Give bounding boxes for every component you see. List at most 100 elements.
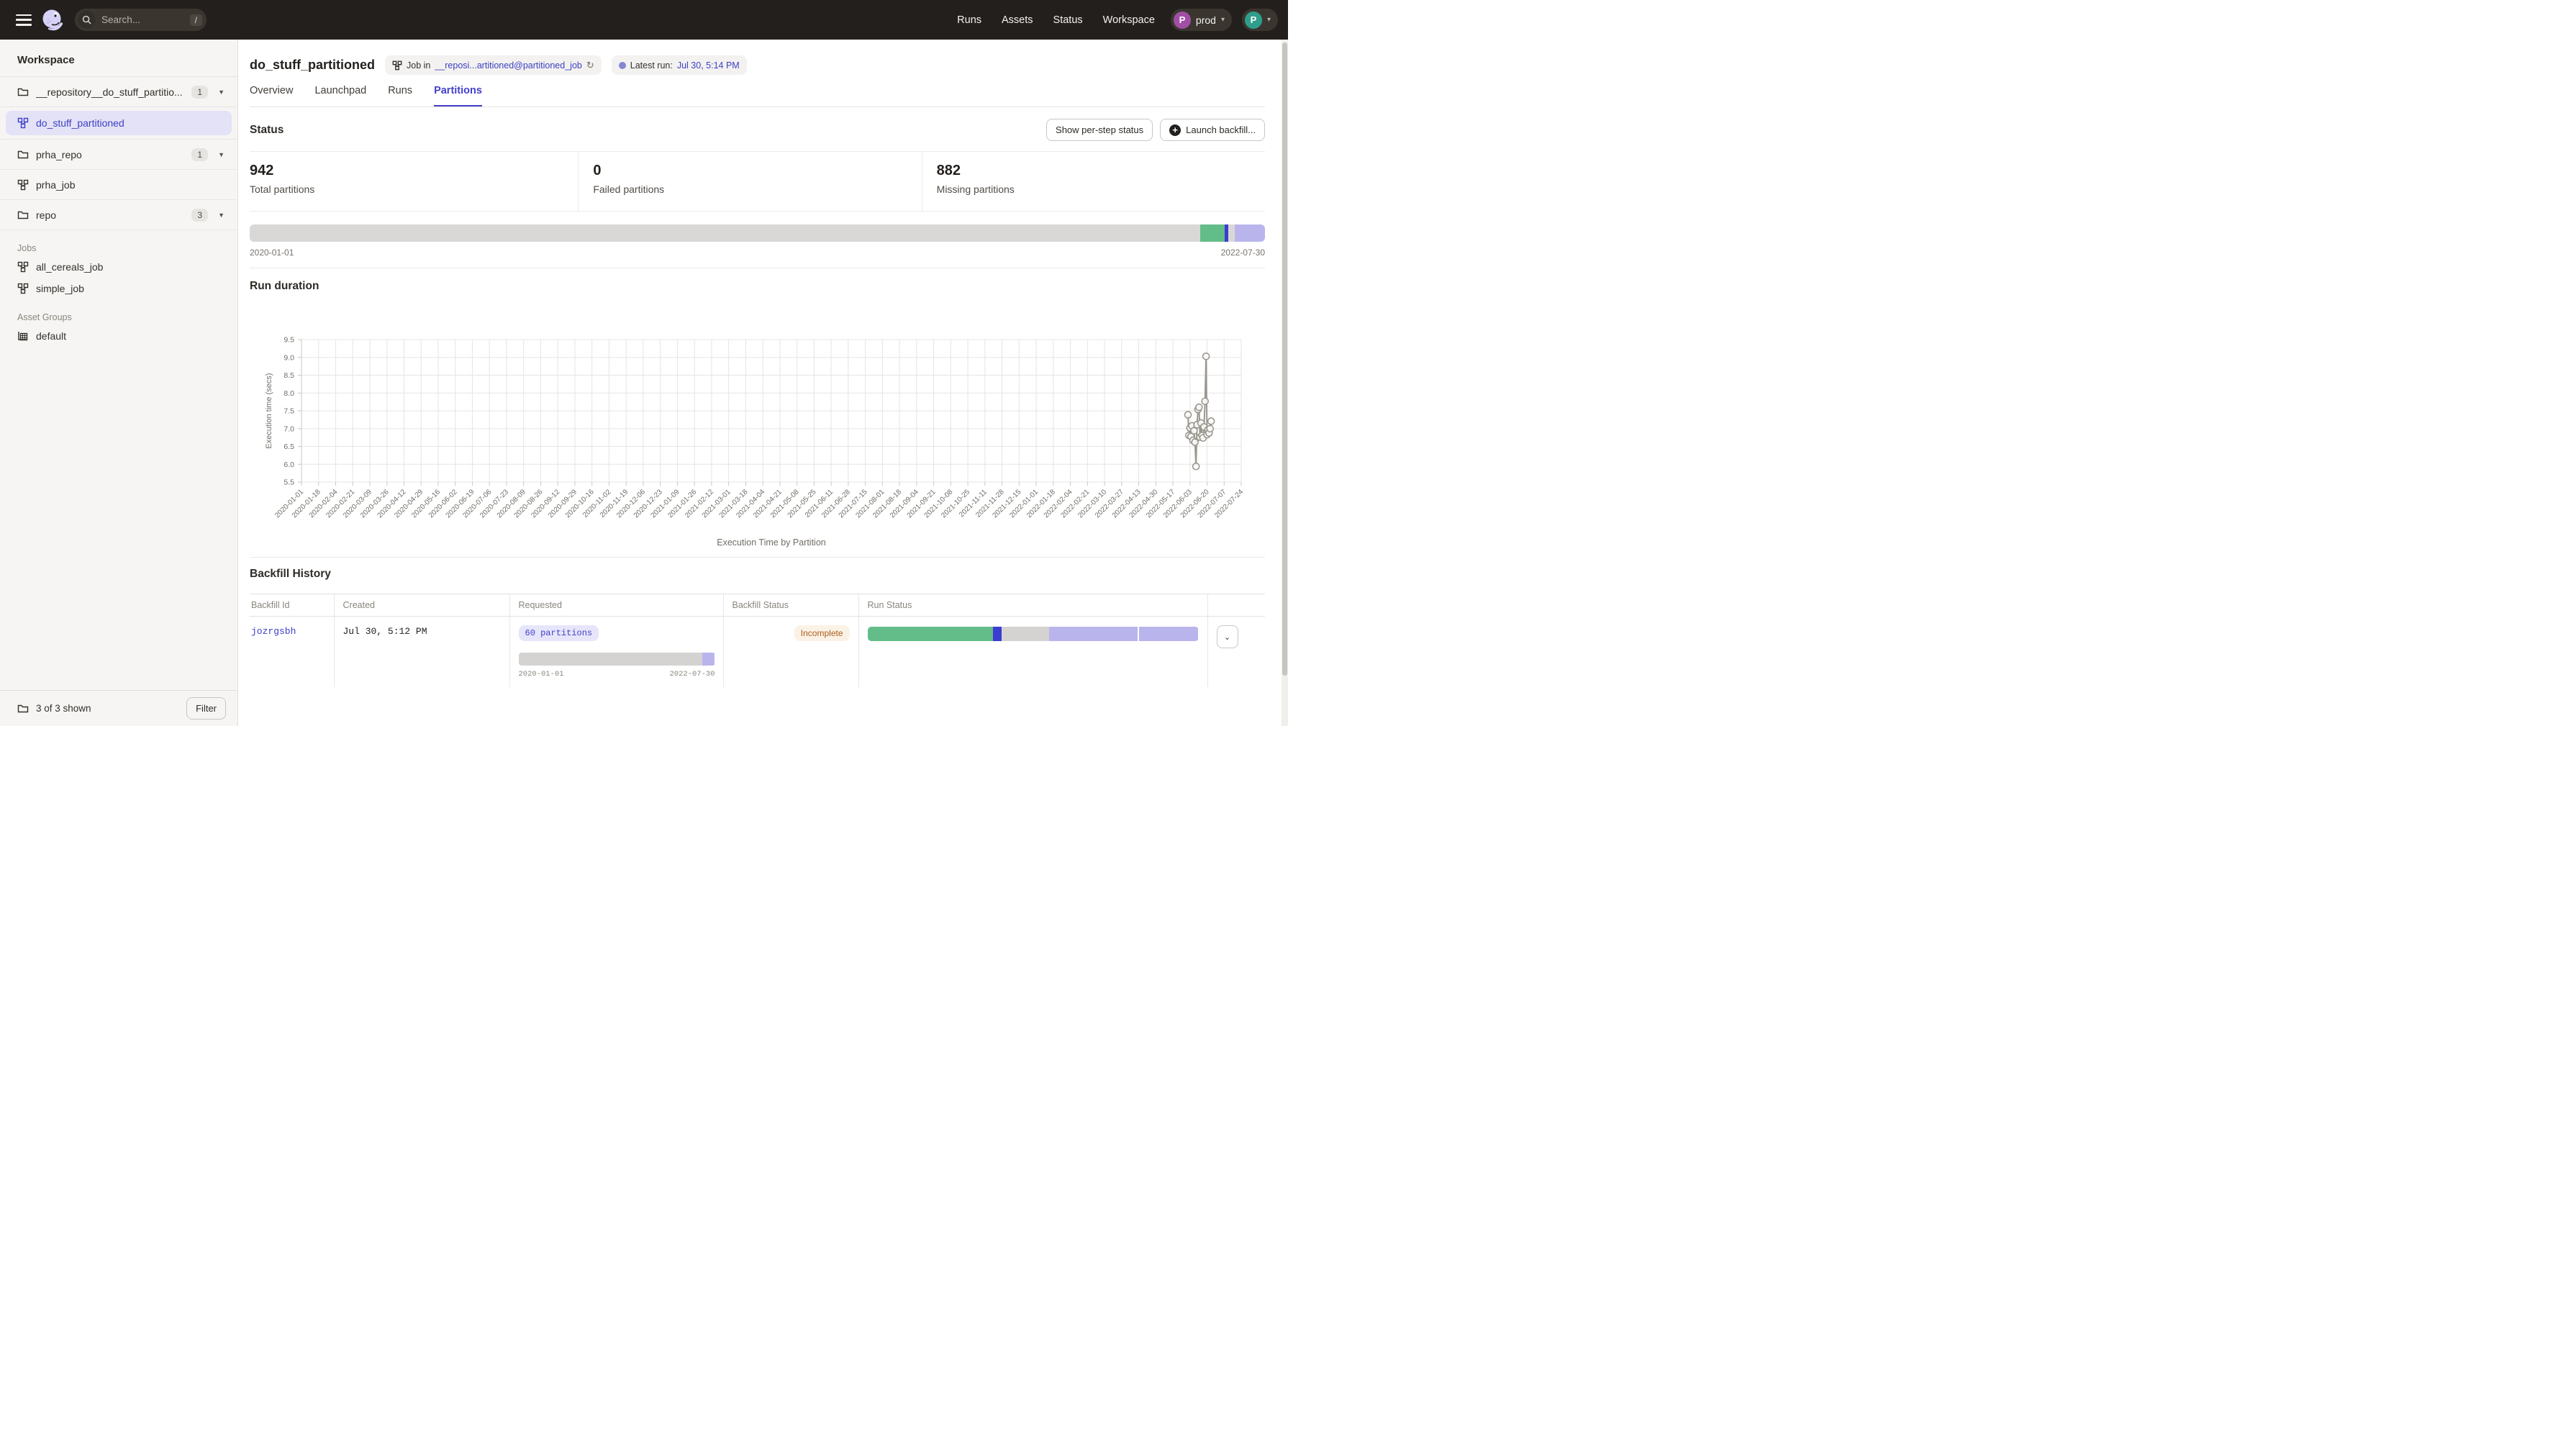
sidebar-repo-row[interactable]: prha_repo 1 ▼ bbox=[0, 140, 237, 170]
partition-stats: 942 Total partitions 0 Failed partitions… bbox=[250, 152, 1265, 212]
search-input[interactable]: Search... / bbox=[75, 9, 207, 31]
filter-button[interactable]: Filter bbox=[186, 697, 226, 720]
workspace-sidebar: Workspace __repository__do_stuff_partiti… bbox=[0, 40, 238, 726]
user-menu[interactable]: P ▾ bbox=[1242, 9, 1278, 31]
y-tick-label: 7.0 bbox=[284, 425, 294, 433]
run-duration-chart: 5.56.06.57.07.58.08.59.09.52020-01-01202… bbox=[250, 297, 1265, 554]
job-name: all_cereals_job bbox=[36, 261, 103, 273]
stat-total-partitions: 942 Total partitions bbox=[250, 152, 578, 211]
stat-missing-partitions: 882 Missing partitions bbox=[922, 152, 1265, 211]
requested-partitions-badge[interactable]: 60 partitions bbox=[519, 625, 599, 641]
stat-label: Total partitions bbox=[250, 183, 578, 195]
caret-down-icon[interactable]: ▼ bbox=[215, 151, 227, 158]
page-title: do_stuff_partitioned bbox=[250, 58, 375, 73]
y-tick-label: 9.0 bbox=[284, 353, 294, 362]
scrollbar-thumb[interactable] bbox=[1282, 42, 1287, 676]
refresh-icon[interactable]: ↻ bbox=[586, 60, 594, 71]
caret-down-icon[interactable]: ▼ bbox=[215, 212, 227, 219]
bar-segment bbox=[250, 224, 1200, 242]
menu-icon[interactable] bbox=[16, 14, 32, 26]
asset-group-icon bbox=[17, 330, 29, 342]
sidebar-item-do-stuff-partitioned[interactable]: do_stuff_partitioned bbox=[6, 111, 232, 135]
requested-partitions-bar bbox=[519, 653, 715, 666]
user-avatar: P bbox=[1245, 12, 1262, 29]
repo-count-badge: 3 bbox=[191, 209, 208, 222]
y-tick-label: 6.5 bbox=[284, 443, 294, 451]
caret-down-icon[interactable]: ▼ bbox=[215, 89, 227, 96]
sidebar-item-prha-job[interactable]: prha_job bbox=[0, 170, 237, 200]
tab-launchpad[interactable]: Launchpad bbox=[314, 85, 366, 106]
partition-range-end: 2022-07-30 bbox=[1221, 248, 1265, 258]
y-tick-label: 7.5 bbox=[284, 407, 294, 416]
bar-segment bbox=[1139, 627, 1199, 641]
job-name: prha_job bbox=[36, 179, 227, 191]
folder-icon bbox=[17, 86, 29, 98]
backfill-id-link[interactable]: jozrgsbh bbox=[251, 626, 296, 637]
job-icon bbox=[17, 117, 29, 129]
run-status-bar[interactable] bbox=[868, 627, 1199, 641]
bar-segment bbox=[519, 653, 702, 666]
repo-name: prha_repo bbox=[36, 149, 184, 160]
x-axis-title: Execution Time by Partition bbox=[717, 537, 826, 548]
vertical-scrollbar[interactable] bbox=[1282, 40, 1288, 726]
col-header-created: Created bbox=[334, 594, 509, 617]
y-tick-label: 8.0 bbox=[284, 389, 294, 398]
run-duration-heading: Run duration bbox=[250, 280, 1265, 293]
backfill-history-heading: Backfill History bbox=[250, 557, 1265, 581]
chevron-down-icon: ⌄ bbox=[1224, 633, 1230, 642]
bar-segment bbox=[1200, 224, 1225, 242]
stat-label: Missing partitions bbox=[937, 183, 1265, 195]
y-axis-title: Execution time (secs) bbox=[265, 373, 273, 448]
y-tick-label: 6.0 bbox=[284, 460, 294, 469]
bar-segment bbox=[1228, 224, 1235, 242]
stat-value: 882 bbox=[937, 163, 1265, 179]
run-duration-chart-svg: 5.56.06.57.07.58.08.59.09.52020-01-01202… bbox=[250, 297, 1265, 550]
y-tick-label: 9.5 bbox=[284, 336, 294, 345]
nav-link-runs[interactable]: Runs bbox=[957, 14, 981, 26]
nav-link-assets[interactable]: Assets bbox=[1002, 14, 1033, 26]
nav-link-workspace[interactable]: Workspace bbox=[1103, 14, 1155, 26]
job-origin-prefix: Job in bbox=[407, 60, 430, 71]
stat-label: Failed partitions bbox=[593, 183, 921, 195]
sidebar-footer: 3 of 3 shown Filter bbox=[0, 690, 237, 726]
backfill-history-table: Backfill Id Created Requested Backfill S… bbox=[250, 594, 1265, 687]
folder-icon bbox=[17, 703, 29, 714]
col-header-backfill-status: Backfill Status bbox=[723, 594, 858, 617]
col-header-run-status: Run Status bbox=[858, 594, 1207, 617]
asset-groups-section-label: Asset Groups bbox=[0, 299, 237, 325]
tab-partitions[interactable]: Partitions bbox=[434, 85, 482, 106]
top-navigation: Runs Assets Status Workspace bbox=[957, 14, 1155, 26]
sidebar-item-all-cereals-job[interactable]: all_cereals_job bbox=[0, 256, 237, 278]
bar-segment bbox=[1002, 627, 1050, 641]
data-point-marker bbox=[1207, 425, 1213, 432]
sidebar-title: Workspace bbox=[0, 40, 237, 77]
sidebar-item-default-group[interactable]: default bbox=[0, 325, 237, 347]
data-point-marker bbox=[1184, 412, 1191, 418]
tab-runs[interactable]: Runs bbox=[388, 85, 412, 106]
sidebar-repo-row[interactable]: __repository__do_stuff_partitio... 1 ▼ bbox=[0, 77, 237, 107]
show-per-step-status-button[interactable]: Show per-step status bbox=[1046, 119, 1153, 141]
top-app-bar: Search... / Runs Assets Status Workspace… bbox=[0, 0, 1288, 40]
sidebar-repo-row[interactable]: repo 3 ▼ bbox=[0, 200, 237, 230]
latest-run-tag: Latest run: Jul 30, 5:14 PM bbox=[612, 55, 747, 75]
latest-run-link[interactable]: Jul 30, 5:14 PM bbox=[677, 60, 740, 71]
bar-segment bbox=[868, 627, 994, 641]
expand-row-button[interactable]: ⌄ bbox=[1217, 625, 1238, 648]
nav-link-status[interactable]: Status bbox=[1053, 14, 1083, 26]
launch-backfill-button[interactable]: + Launch backfill... bbox=[1160, 119, 1265, 141]
job-name: do_stuff_partitioned bbox=[36, 117, 124, 129]
job-origin-link[interactable]: __reposi...artitioned@partitioned_job bbox=[435, 60, 582, 71]
bar-segment bbox=[1049, 627, 1137, 641]
deployment-switcher[interactable]: P prod ▾ bbox=[1171, 9, 1232, 31]
search-placeholder: Search... bbox=[101, 14, 190, 25]
deployment-name: prod bbox=[1196, 14, 1216, 26]
search-icon bbox=[78, 11, 96, 29]
partition-status-bar[interactable] bbox=[250, 224, 1265, 242]
tab-overview[interactable]: Overview bbox=[250, 85, 293, 106]
backfill-status-badge: Incomplete bbox=[794, 625, 850, 641]
data-point-marker bbox=[1193, 463, 1199, 470]
sidebar-item-simple-job[interactable]: simple_job bbox=[0, 278, 237, 299]
data-point-marker bbox=[1203, 353, 1210, 360]
status-heading: Status bbox=[250, 124, 284, 137]
y-tick-label: 5.5 bbox=[284, 478, 294, 487]
